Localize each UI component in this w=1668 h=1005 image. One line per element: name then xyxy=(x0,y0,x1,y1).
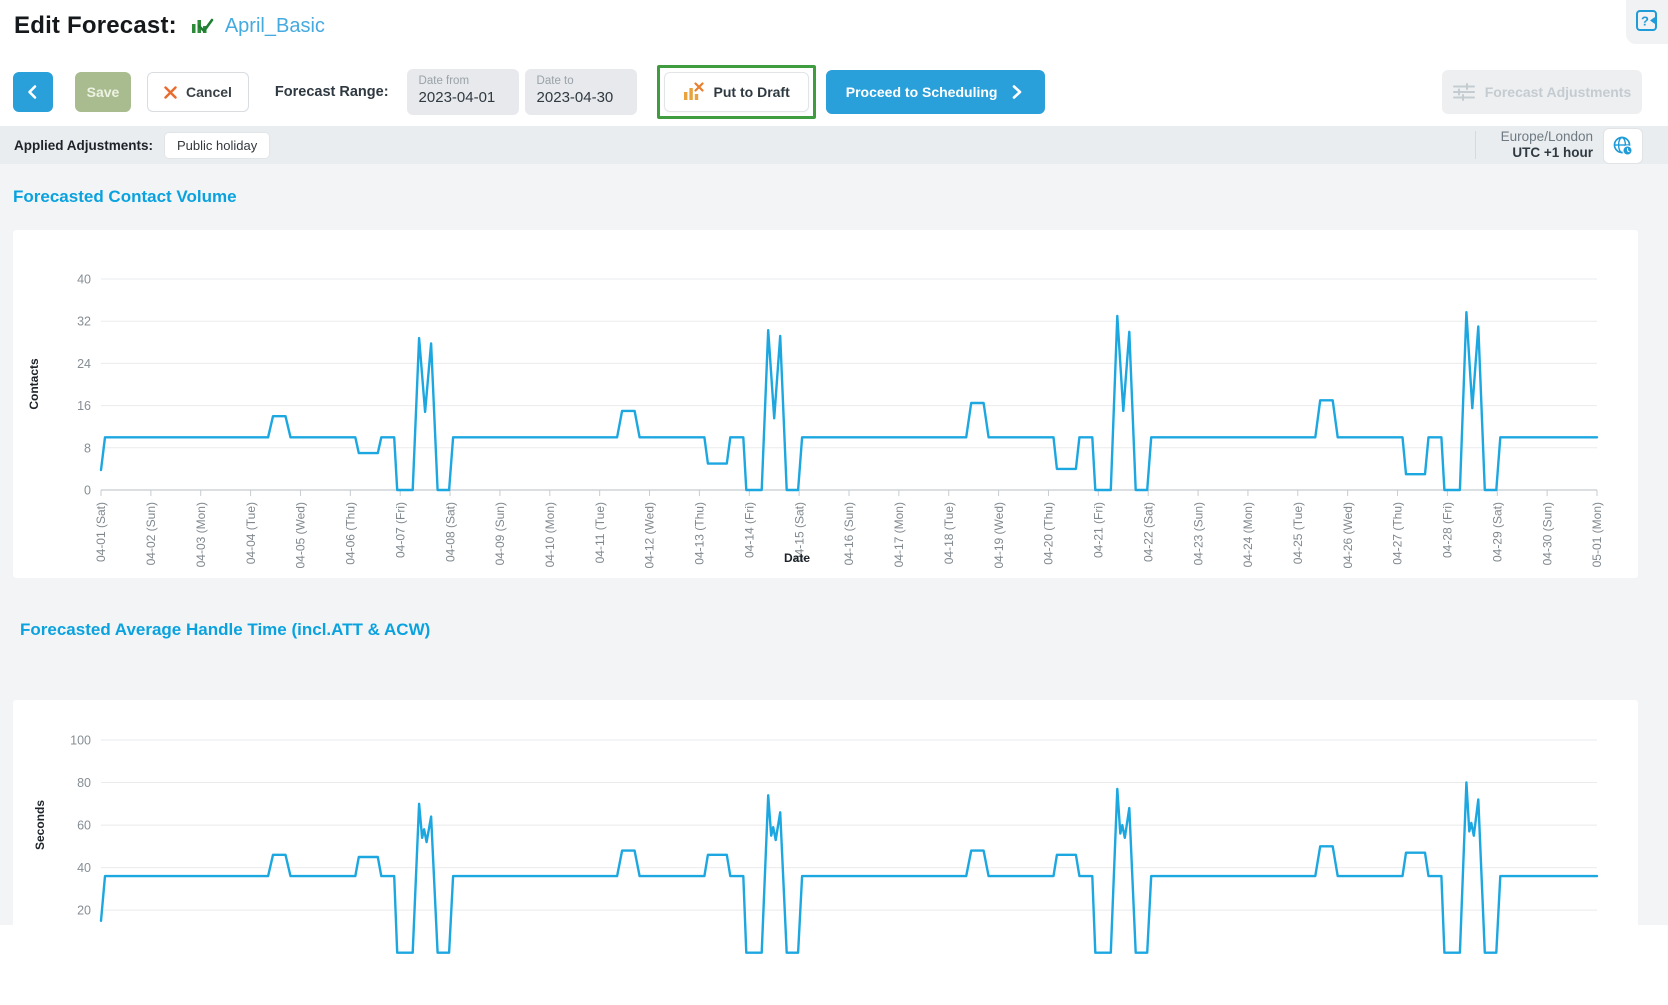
svg-text:04-26 (Wed): 04-26 (Wed) xyxy=(1341,502,1355,568)
svg-text:04-22 (Sat): 04-22 (Sat) xyxy=(1141,502,1155,562)
timezone-info: Europe/London UTC +1 hour xyxy=(1501,129,1593,161)
aht-title: Forecasted Average Handle Time (incl.ATT… xyxy=(20,620,430,640)
svg-text:04-21 (Fri): 04-21 (Fri) xyxy=(1092,502,1106,558)
svg-text:05-01 (Mon): 05-01 (Mon) xyxy=(1590,502,1604,567)
timezone-globe-button[interactable] xyxy=(1603,128,1643,164)
cancel-button[interactable]: Cancel xyxy=(147,72,249,112)
svg-text:04-17 (Mon): 04-17 (Mon) xyxy=(892,502,906,567)
svg-text:04-16 (Sun): 04-16 (Sun) xyxy=(842,502,856,565)
svg-text:60: 60 xyxy=(77,819,91,833)
save-button[interactable]: Save xyxy=(75,72,131,112)
svg-text:16: 16 xyxy=(77,399,91,413)
svg-text:04-01 (Sat): 04-01 (Sat) xyxy=(94,502,108,562)
contact-volume-card: 40 32 24 16 8 004-01 (Sat) 04-02 (Sun) 04-03 (M… xyxy=(13,230,1638,578)
svg-text:04-09 (Sun): 04-09 (Sun) xyxy=(493,502,507,565)
date-from-value: 2023-04-01 xyxy=(419,89,519,106)
aht-chart: 100 80 60 40 20 Seconds xyxy=(13,700,1638,1000)
svg-text:0: 0 xyxy=(84,484,91,498)
svg-text:04-30 (Sun): 04-30 (Sun) xyxy=(1540,502,1554,565)
help-panel: ? xyxy=(1626,0,1668,44)
svg-text:04-11 (Tue): 04-11 (Tue) xyxy=(593,502,607,563)
svg-text:Date: Date xyxy=(784,551,810,565)
forecast-name-link[interactable]: April_Basic xyxy=(225,15,325,38)
help-icon[interactable]: ? xyxy=(1634,8,1660,34)
svg-text:80: 80 xyxy=(77,776,91,790)
svg-text:04-25 (Tue): 04-25 (Tue) xyxy=(1291,502,1305,564)
svg-text:04-20 (Thu): 04-20 (Thu) xyxy=(1042,502,1056,565)
chart-x-icon xyxy=(683,82,704,102)
svg-text:?: ? xyxy=(1641,14,1649,29)
svg-text:04-18 (Tue): 04-18 (Tue) xyxy=(942,502,956,564)
svg-text:04-27 (Thu): 04-27 (Thu) xyxy=(1391,502,1405,565)
forecast-range-label: Forecast Range: xyxy=(275,84,389,100)
date-from-field[interactable]: Date from 2023-04-01 xyxy=(407,69,519,115)
svg-text:04-07 (Fri): 04-07 (Fri) xyxy=(393,502,407,558)
svg-text:04-12 (Wed): 04-12 (Wed) xyxy=(643,502,657,568)
svg-text:20: 20 xyxy=(77,904,91,918)
put-to-draft-button[interactable]: Put to Draft xyxy=(664,72,809,112)
svg-text:Seconds: Seconds xyxy=(33,800,47,850)
close-x-icon xyxy=(164,86,177,99)
svg-text:32: 32 xyxy=(77,315,91,329)
svg-text:8: 8 xyxy=(84,441,91,455)
svg-text:04-29 (Sat): 04-29 (Sat) xyxy=(1490,502,1504,562)
applied-adjustments-bar: Applied Adjustments: Public holiday Euro… xyxy=(0,126,1668,164)
svg-text:24: 24 xyxy=(77,357,91,371)
svg-text:04-04 (Tue): 04-04 (Tue) xyxy=(244,502,258,564)
svg-text:04-19 (Wed): 04-19 (Wed) xyxy=(992,502,1006,568)
timezone-offset: UTC +1 hour xyxy=(1501,145,1593,161)
svg-text:04-14 (Fri): 04-14 (Fri) xyxy=(742,502,756,558)
date-to-value: 2023-04-30 xyxy=(537,89,637,106)
page-header: Edit Forecast: April_Basic ? xyxy=(0,0,1668,58)
svg-text:04-10 (Mon): 04-10 (Mon) xyxy=(543,502,557,567)
divider xyxy=(1475,131,1476,159)
sliders-icon xyxy=(1453,83,1475,101)
applied-adjustments-label: Applied Adjustments: xyxy=(14,138,153,153)
date-to-field[interactable]: Date to 2023-04-30 xyxy=(525,69,637,115)
svg-text:04-03 (Mon): 04-03 (Mon) xyxy=(194,502,208,567)
svg-text:04-06 (Thu): 04-06 (Thu) xyxy=(344,502,358,565)
globe-icon xyxy=(1612,135,1634,157)
forecast-adjustments-button[interactable]: Forecast Adjustments xyxy=(1442,70,1642,114)
back-button[interactable] xyxy=(13,72,53,112)
annotation-highlight-box: Put to Draft xyxy=(657,65,816,119)
contact-volume-chart: 40 32 24 16 8 004-01 (Sat) 04-02 (Sun) 04-03 (M… xyxy=(13,230,1638,578)
svg-text:04-24 (Mon): 04-24 (Mon) xyxy=(1241,502,1255,567)
svg-text:04-23 (Sun): 04-23 (Sun) xyxy=(1191,502,1205,565)
page-title: Edit Forecast: xyxy=(14,12,177,40)
svg-text:100: 100 xyxy=(70,734,91,748)
svg-text:04-13 (Thu): 04-13 (Thu) xyxy=(693,502,707,565)
forecast-chart-icon xyxy=(191,15,215,37)
toolbar: Save Cancel Forecast Range: Date from 20… xyxy=(0,58,1668,126)
chevron-right-icon xyxy=(1009,84,1025,100)
svg-text:04-02 (Sun): 04-02 (Sun) xyxy=(144,502,158,565)
svg-text:04-28 (Fri): 04-28 (Fri) xyxy=(1441,502,1455,558)
adjustment-chip[interactable]: Public holiday xyxy=(165,133,269,158)
svg-text:Contacts: Contacts xyxy=(27,358,41,410)
timezone-region: Europe/London xyxy=(1501,129,1593,145)
svg-text:40: 40 xyxy=(77,861,91,875)
aht-card: 100 80 60 40 20 Seconds xyxy=(13,700,1638,1000)
proceed-to-scheduling-button[interactable]: Proceed to Scheduling xyxy=(826,70,1046,114)
contact-volume-title: Forecasted Contact Volume xyxy=(13,187,237,207)
svg-text:04-05 (Wed): 04-05 (Wed) xyxy=(294,502,308,568)
svg-text:04-08 (Sat): 04-08 (Sat) xyxy=(443,502,457,562)
svg-text:40: 40 xyxy=(77,273,91,287)
chevron-left-icon xyxy=(23,82,43,102)
